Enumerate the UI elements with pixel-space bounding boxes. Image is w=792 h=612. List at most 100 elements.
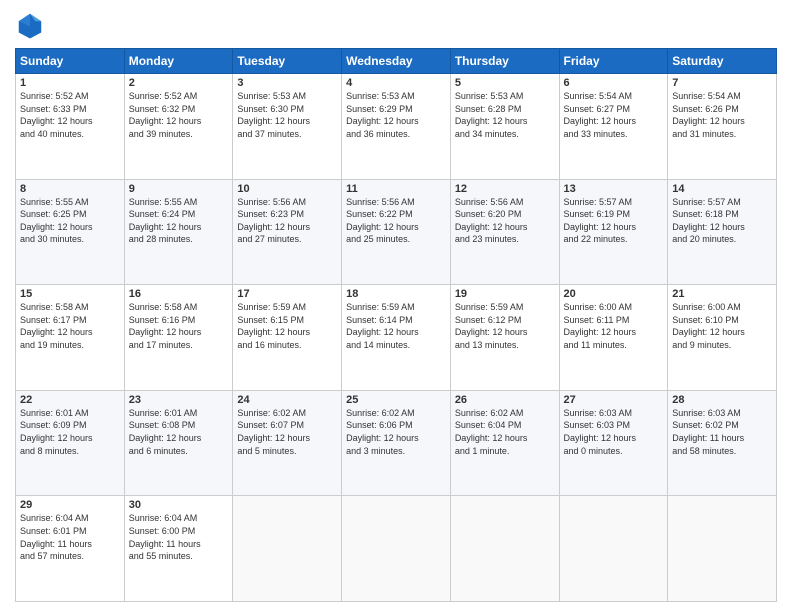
calendar-cell: 10Sunrise: 5:56 AM Sunset: 6:23 PM Dayli… (233, 179, 342, 285)
day-number: 25 (346, 394, 446, 406)
day-number: 23 (129, 394, 229, 406)
day-number: 16 (129, 288, 229, 300)
calendar-cell (559, 496, 668, 602)
day-info: Sunrise: 5:59 AM Sunset: 6:15 PM Dayligh… (237, 301, 337, 351)
calendar-cell: 24Sunrise: 6:02 AM Sunset: 6:07 PM Dayli… (233, 390, 342, 496)
day-info: Sunrise: 5:56 AM Sunset: 6:20 PM Dayligh… (455, 196, 555, 246)
calendar-cell: 4Sunrise: 5:53 AM Sunset: 6:29 PM Daylig… (342, 74, 451, 180)
day-number: 29 (20, 499, 120, 511)
calendar-cell: 19Sunrise: 5:59 AM Sunset: 6:12 PM Dayli… (450, 285, 559, 391)
day-info: Sunrise: 6:03 AM Sunset: 6:02 PM Dayligh… (672, 407, 772, 457)
day-info: Sunrise: 5:58 AM Sunset: 6:17 PM Dayligh… (20, 301, 120, 351)
day-info: Sunrise: 5:52 AM Sunset: 6:32 PM Dayligh… (129, 90, 229, 140)
logo-icon (15, 10, 45, 40)
day-info: Sunrise: 5:59 AM Sunset: 6:12 PM Dayligh… (455, 301, 555, 351)
calendar-cell (342, 496, 451, 602)
day-number: 20 (564, 288, 664, 300)
day-number: 22 (20, 394, 120, 406)
calendar-cell (450, 496, 559, 602)
calendar-cell: 25Sunrise: 6:02 AM Sunset: 6:06 PM Dayli… (342, 390, 451, 496)
day-info: Sunrise: 5:53 AM Sunset: 6:30 PM Dayligh… (237, 90, 337, 140)
calendar-cell: 29Sunrise: 6:04 AM Sunset: 6:01 PM Dayli… (16, 496, 125, 602)
day-info: Sunrise: 5:52 AM Sunset: 6:33 PM Dayligh… (20, 90, 120, 140)
day-number: 9 (129, 183, 229, 195)
calendar-cell: 30Sunrise: 6:04 AM Sunset: 6:00 PM Dayli… (124, 496, 233, 602)
calendar-cell: 2Sunrise: 5:52 AM Sunset: 6:32 PM Daylig… (124, 74, 233, 180)
day-info: Sunrise: 6:00 AM Sunset: 6:11 PM Dayligh… (564, 301, 664, 351)
day-header-wednesday: Wednesday (342, 49, 451, 74)
calendar-cell: 23Sunrise: 6:01 AM Sunset: 6:08 PM Dayli… (124, 390, 233, 496)
day-info: Sunrise: 5:55 AM Sunset: 6:24 PM Dayligh… (129, 196, 229, 246)
calendar-table: SundayMondayTuesdayWednesdayThursdayFrid… (15, 48, 777, 602)
day-number: 28 (672, 394, 772, 406)
calendar-cell: 1Sunrise: 5:52 AM Sunset: 6:33 PM Daylig… (16, 74, 125, 180)
day-number: 3 (237, 77, 337, 89)
day-header-tuesday: Tuesday (233, 49, 342, 74)
calendar-cell: 20Sunrise: 6:00 AM Sunset: 6:11 PM Dayli… (559, 285, 668, 391)
day-info: Sunrise: 5:59 AM Sunset: 6:14 PM Dayligh… (346, 301, 446, 351)
day-number: 11 (346, 183, 446, 195)
day-info: Sunrise: 5:56 AM Sunset: 6:23 PM Dayligh… (237, 196, 337, 246)
day-info: Sunrise: 6:01 AM Sunset: 6:09 PM Dayligh… (20, 407, 120, 457)
day-info: Sunrise: 5:57 AM Sunset: 6:18 PM Dayligh… (672, 196, 772, 246)
day-number: 18 (346, 288, 446, 300)
calendar-cell: 14Sunrise: 5:57 AM Sunset: 6:18 PM Dayli… (668, 179, 777, 285)
day-info: Sunrise: 5:54 AM Sunset: 6:27 PM Dayligh… (564, 90, 664, 140)
page: SundayMondayTuesdayWednesdayThursdayFrid… (0, 0, 792, 612)
day-info: Sunrise: 6:02 AM Sunset: 6:07 PM Dayligh… (237, 407, 337, 457)
calendar-cell: 17Sunrise: 5:59 AM Sunset: 6:15 PM Dayli… (233, 285, 342, 391)
day-number: 21 (672, 288, 772, 300)
day-header-thursday: Thursday (450, 49, 559, 74)
day-number: 12 (455, 183, 555, 195)
calendar-cell: 18Sunrise: 5:59 AM Sunset: 6:14 PM Dayli… (342, 285, 451, 391)
day-info: Sunrise: 5:58 AM Sunset: 6:16 PM Dayligh… (129, 301, 229, 351)
day-number: 30 (129, 499, 229, 511)
calendar-cell: 16Sunrise: 5:58 AM Sunset: 6:16 PM Dayli… (124, 285, 233, 391)
calendar-cell: 3Sunrise: 5:53 AM Sunset: 6:30 PM Daylig… (233, 74, 342, 180)
header (15, 10, 777, 40)
day-header-monday: Monday (124, 49, 233, 74)
day-number: 27 (564, 394, 664, 406)
day-info: Sunrise: 6:04 AM Sunset: 6:00 PM Dayligh… (129, 512, 229, 562)
day-info: Sunrise: 6:00 AM Sunset: 6:10 PM Dayligh… (672, 301, 772, 351)
day-info: Sunrise: 6:04 AM Sunset: 6:01 PM Dayligh… (20, 512, 120, 562)
day-number: 6 (564, 77, 664, 89)
day-number: 19 (455, 288, 555, 300)
calendar-cell: 26Sunrise: 6:02 AM Sunset: 6:04 PM Dayli… (450, 390, 559, 496)
day-info: Sunrise: 5:54 AM Sunset: 6:26 PM Dayligh… (672, 90, 772, 140)
calendar-cell (233, 496, 342, 602)
day-header-saturday: Saturday (668, 49, 777, 74)
day-number: 15 (20, 288, 120, 300)
day-number: 5 (455, 77, 555, 89)
calendar-cell: 13Sunrise: 5:57 AM Sunset: 6:19 PM Dayli… (559, 179, 668, 285)
day-number: 26 (455, 394, 555, 406)
calendar-cell: 21Sunrise: 6:00 AM Sunset: 6:10 PM Dayli… (668, 285, 777, 391)
calendar-cell: 15Sunrise: 5:58 AM Sunset: 6:17 PM Dayli… (16, 285, 125, 391)
calendar-cell (668, 496, 777, 602)
day-info: Sunrise: 6:02 AM Sunset: 6:06 PM Dayligh… (346, 407, 446, 457)
day-number: 8 (20, 183, 120, 195)
day-number: 13 (564, 183, 664, 195)
calendar-cell: 22Sunrise: 6:01 AM Sunset: 6:09 PM Dayli… (16, 390, 125, 496)
calendar-cell: 9Sunrise: 5:55 AM Sunset: 6:24 PM Daylig… (124, 179, 233, 285)
calendar-cell: 12Sunrise: 5:56 AM Sunset: 6:20 PM Dayli… (450, 179, 559, 285)
logo (15, 10, 49, 40)
day-number: 17 (237, 288, 337, 300)
day-number: 2 (129, 77, 229, 89)
day-header-friday: Friday (559, 49, 668, 74)
day-info: Sunrise: 5:56 AM Sunset: 6:22 PM Dayligh… (346, 196, 446, 246)
calendar-cell: 11Sunrise: 5:56 AM Sunset: 6:22 PM Dayli… (342, 179, 451, 285)
day-info: Sunrise: 5:53 AM Sunset: 6:29 PM Dayligh… (346, 90, 446, 140)
day-info: Sunrise: 5:57 AM Sunset: 6:19 PM Dayligh… (564, 196, 664, 246)
calendar-cell: 27Sunrise: 6:03 AM Sunset: 6:03 PM Dayli… (559, 390, 668, 496)
calendar-cell: 7Sunrise: 5:54 AM Sunset: 6:26 PM Daylig… (668, 74, 777, 180)
day-number: 4 (346, 77, 446, 89)
day-info: Sunrise: 6:02 AM Sunset: 6:04 PM Dayligh… (455, 407, 555, 457)
day-number: 7 (672, 77, 772, 89)
calendar-cell: 8Sunrise: 5:55 AM Sunset: 6:25 PM Daylig… (16, 179, 125, 285)
day-info: Sunrise: 6:01 AM Sunset: 6:08 PM Dayligh… (129, 407, 229, 457)
calendar-cell: 5Sunrise: 5:53 AM Sunset: 6:28 PM Daylig… (450, 74, 559, 180)
day-info: Sunrise: 5:55 AM Sunset: 6:25 PM Dayligh… (20, 196, 120, 246)
day-number: 14 (672, 183, 772, 195)
day-info: Sunrise: 5:53 AM Sunset: 6:28 PM Dayligh… (455, 90, 555, 140)
